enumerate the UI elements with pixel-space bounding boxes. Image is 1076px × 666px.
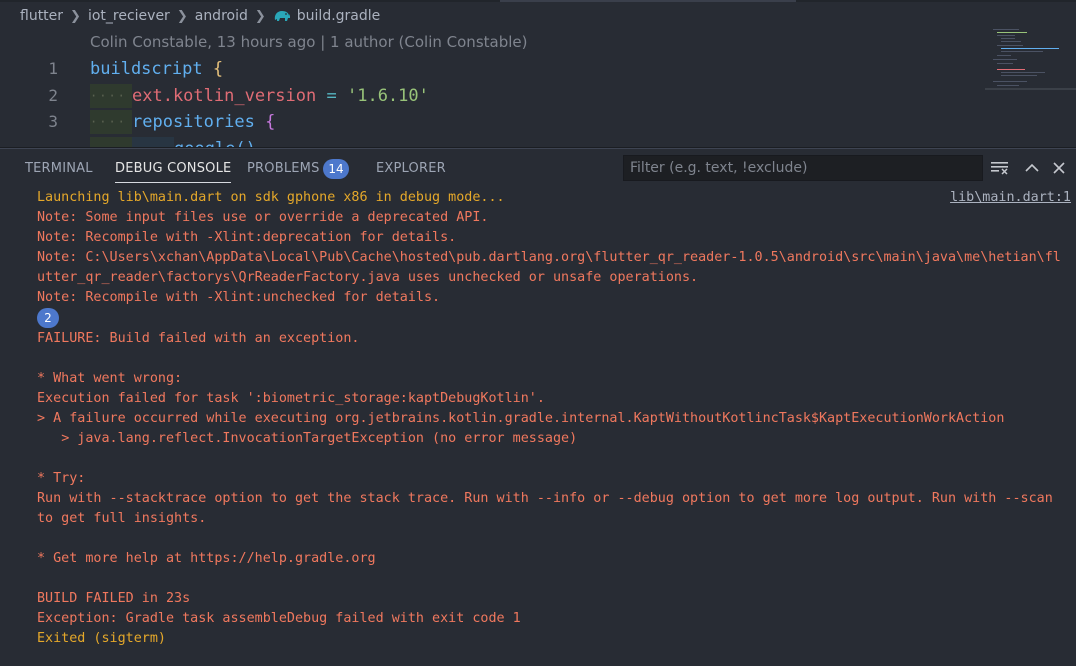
line-number: 1 (48, 59, 58, 78)
code-token: ext.kotlin_version (132, 85, 317, 106)
code-text: ···· ext.kotlin_version = '1.6.10' (90, 83, 429, 110)
breadcrumb-item-android[interactable]: android (195, 8, 248, 24)
git-blame-annotation[interactable]: Colin Constable, 13 hours ago | 1 author… (90, 33, 527, 51)
breadcrumb-item-flutter[interactable]: flutter (20, 8, 63, 24)
code-editor[interactable]: 1 buildscript { 2 ···· ext.kotlin_version… (0, 56, 980, 148)
console-line: Note: C:\Users\xchan\AppData\Local\Pub\C… (37, 250, 1061, 285)
code-text: buildscript { (90, 56, 223, 83)
breadcrumb: flutter ❯ iot_reciever ❯ android ❯ build… (20, 5, 380, 27)
breadcrumb-file[interactable]: build.gradle (297, 8, 381, 24)
code-token: { (212, 59, 224, 79)
bottom-panel: TERMINAL DEBUG CONSOLE PROBLEMS 14 EXPLO… (0, 148, 1076, 666)
console-line: * What went wrong: (37, 371, 183, 386)
console-line: BUILD FAILED in 23s (37, 591, 191, 606)
code-text: ···· repositories { (90, 109, 275, 136)
indent-guide: ···· (90, 83, 132, 108)
minimap[interactable] (985, 27, 1076, 93)
indent-guide: ···· (90, 110, 132, 134)
code-line: 2 ···· ext.kotlin_version = '1.6.10' (0, 83, 980, 110)
code-token: '1.6.10' (346, 85, 429, 106)
line-number: 3 (48, 112, 58, 131)
console-line: Note: Some input files use or override a… (37, 210, 489, 225)
chevron-right-icon: ❯ (176, 8, 188, 24)
console-filter-input[interactable] (623, 155, 983, 181)
console-line: FAILURE: Build failed with an exception. (37, 331, 360, 346)
panel-tab-bar: TERMINAL DEBUG CONSOLE PROBLEMS 14 EXPLO… (0, 149, 1076, 189)
console-line: Exception: Gradle task assembleDebug fai… (37, 611, 521, 626)
tab-terminal[interactable]: TERMINAL (25, 161, 93, 176)
tab-edge (648, 0, 796, 2)
console-line: Note: Recompile with -Xlint:unchecked fo… (37, 290, 441, 305)
maximize-panel-icon[interactable] (1022, 158, 1042, 178)
code-token: repositories (132, 112, 255, 132)
console-line: * Try: (37, 471, 86, 486)
editor-area: flutter ❯ iot_reciever ❯ android ❯ build… (0, 0, 1076, 148)
chevron-right-icon: ❯ (70, 8, 81, 24)
tab-edge (500, 0, 648, 2)
gradle-elephant-icon (273, 9, 291, 23)
console-line: * Get more help at https://help.gradle.o… (37, 551, 376, 566)
code-token: buildscript (90, 59, 203, 79)
chevron-right-icon: ❯ (254, 8, 266, 24)
console-line: Execution failed for task ':biometric_st… (37, 391, 545, 406)
line-number: 2 (48, 85, 58, 105)
console-line: Launching lib\main.dart on sdk gphone x8… (37, 190, 505, 205)
breadcrumb-item-iot-reciever[interactable]: iot_reciever (88, 8, 170, 24)
problems-count-badge: 14 (323, 159, 349, 179)
tab-debug-console[interactable]: DEBUG CONSOLE (115, 161, 232, 183)
clear-console-icon[interactable] (990, 158, 1010, 178)
debug-console-output[interactable]: Launching lib\main.dart on sdk gphone x8… (37, 188, 1067, 649)
console-line: > A failure occurred while executing org… (37, 411, 1005, 426)
tab-explorer[interactable]: EXPLORER (376, 161, 446, 176)
console-line: Note: Recompile with -Xlint:deprecation … (37, 230, 457, 245)
close-panel-icon[interactable] (1049, 158, 1069, 178)
console-line: 2 (37, 308, 1067, 329)
tab-problems[interactable]: PROBLEMS (247, 161, 320, 176)
console-line: > java.lang.reflect.InvocationTargetExce… (37, 431, 578, 446)
code-token: { (265, 112, 276, 132)
code-line: 1 buildscript { (0, 56, 980, 83)
code-token: = (326, 85, 337, 106)
repeat-count-badge: 2 (37, 308, 59, 328)
console-line: Run with --stacktrace option to get the … (37, 491, 1061, 526)
code-line: 3 ···· repositories { (0, 109, 980, 136)
editor-tab-strip (0, 0, 1076, 2)
console-line: Exited (sigterm) (37, 631, 166, 646)
